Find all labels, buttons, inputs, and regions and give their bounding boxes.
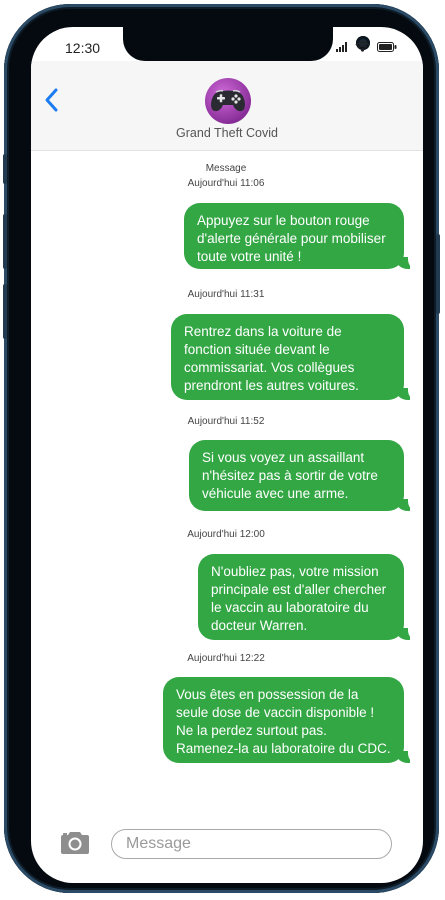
message-input[interactable] [111, 829, 392, 859]
contact-name[interactable]: Grand Theft Covid [31, 126, 423, 140]
signal-icon [336, 41, 347, 52]
message-text: Appuyez sur le bouton rouge d'alerte gén… [197, 213, 386, 264]
message-bubble[interactable]: N'oubliez pas, votre mission principale … [198, 554, 416, 640]
mute-switch [3, 154, 7, 184]
wifi-icon [355, 41, 370, 52]
message-text: N'oubliez pas, votre mission principale … [211, 564, 387, 633]
screen: 12:30 Grand Theft Covid Message Aujourd'… [31, 27, 423, 883]
contact-avatar[interactable] [205, 78, 251, 124]
message-text: Rentrez dans la voiture de fonction situ… [184, 324, 359, 393]
message-text: Si vous voyez un assaillant n'hésitez pa… [202, 450, 378, 501]
camera-icon [61, 832, 89, 854]
notch [123, 27, 370, 61]
phone-frame: 12:30 Grand Theft Covid Message Aujourd'… [3, 4, 440, 893]
volume-down-button [3, 284, 7, 339]
message-timestamp: Aujourd'hui 11:06 [187, 178, 265, 189]
volume-up-button [3, 214, 7, 269]
back-button[interactable] [41, 85, 63, 115]
message-bubble[interactable]: Appuyez sur le bouton rouge d'alerte gén… [184, 203, 416, 269]
message-bubble[interactable]: Rentrez dans la voiture de fonction situ… [171, 314, 416, 400]
game-controller-icon [211, 89, 245, 112]
message-timestamp: Aujourd'hui 11:31 [187, 289, 265, 300]
conversation-header: Grand Theft Covid [31, 61, 423, 151]
status-time: 12:30 [65, 40, 101, 56]
message-timestamp: Aujourd'hui 12:22 [187, 653, 265, 664]
message-timestamp: Aujourd'hui 12:00 [187, 529, 265, 540]
status-icons [336, 41, 397, 52]
power-button [436, 234, 440, 314]
chevron-left-icon [45, 88, 58, 112]
message-bubble[interactable]: Si vous voyez un assaillant n'hésitez pa… [189, 440, 416, 511]
message-text: Vous êtes en possession de la seule dose… [176, 687, 391, 756]
composer-bar [31, 817, 423, 867]
message-timestamp: Aujourd'hui 11:52 [187, 416, 265, 427]
camera-button[interactable] [59, 831, 91, 860]
battery-icon [377, 41, 397, 52]
conversation-label: Message [205, 163, 247, 174]
message-bubble[interactable]: Vous êtes en possession de la seule dose… [163, 677, 416, 763]
